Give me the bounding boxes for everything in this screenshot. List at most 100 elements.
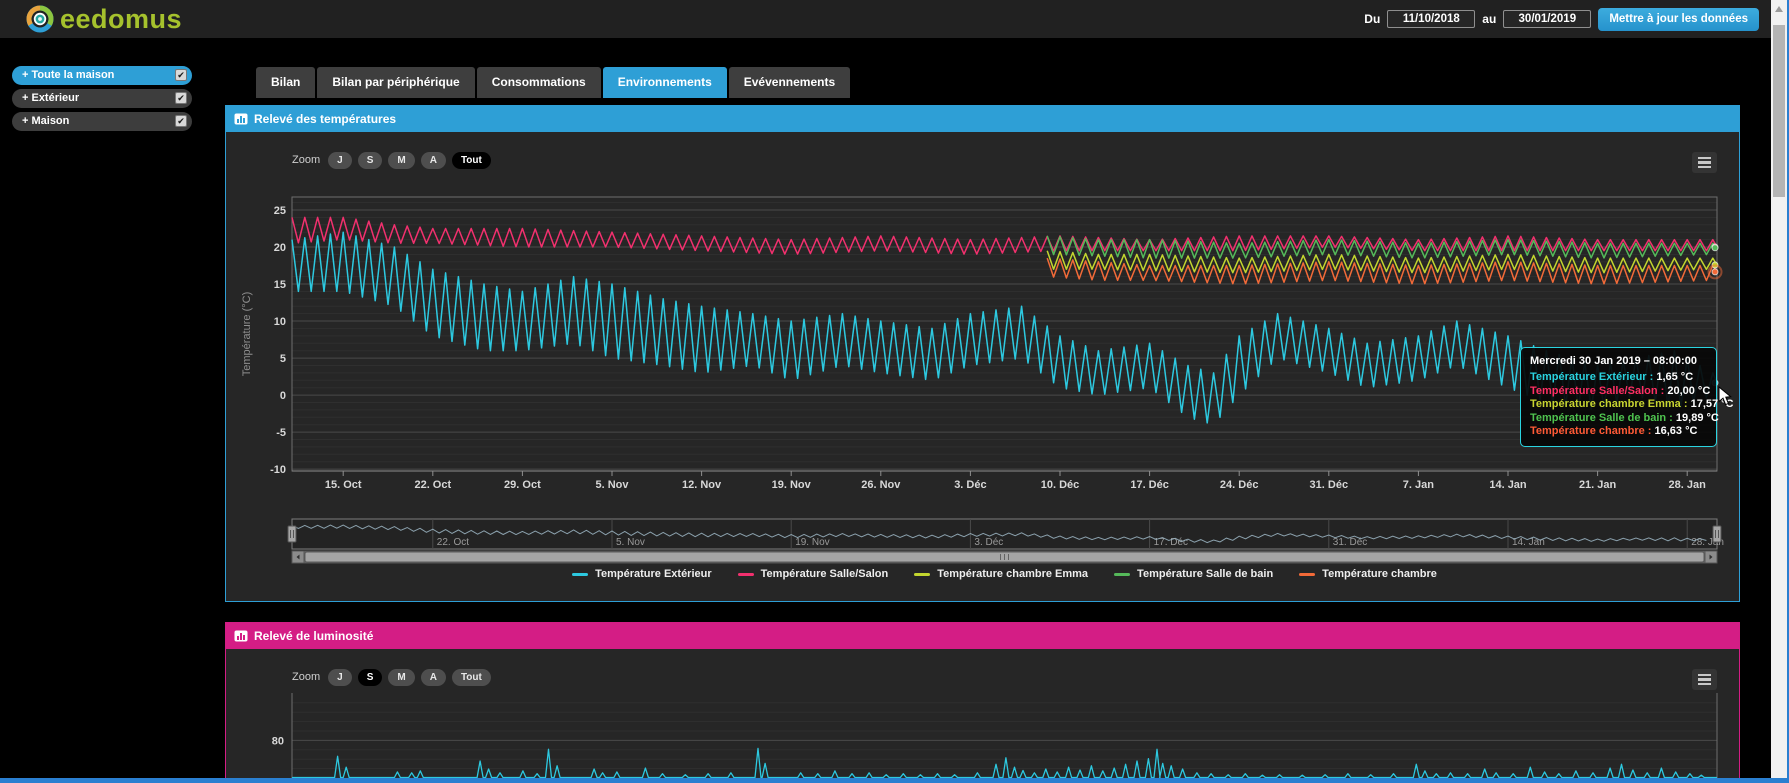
legend-label: Température chambre Emma	[937, 568, 1088, 580]
legend-item-temperature-salle-salon[interactable]: Température Salle/Salon	[738, 568, 889, 580]
scrollbar-thumb[interactable]	[1773, 25, 1785, 197]
tooltip-row: Température chambre : 16,63 °C	[1530, 425, 1707, 439]
window-border-bottom	[0, 778, 1789, 783]
x-tick-label: 3. Déc	[954, 479, 986, 491]
tab-ev-vennements[interactable]: Evévennements	[729, 67, 850, 98]
legend-dash	[1299, 573, 1315, 576]
legend-item-temperature-chambre[interactable]: Température chambre	[1299, 568, 1437, 580]
topbar: eedomus Du au Mettre à jour les données	[0, 0, 1789, 38]
y-tick-label: 25	[274, 205, 286, 217]
series-temperature-exterieur[interactable]	[292, 232, 1717, 423]
legend-label: Température Salle/Salon	[761, 568, 889, 580]
x-tick-label: 14. Jan	[1489, 479, 1527, 491]
panel-luminosity: Relevé de luminosité ZoomJSMATout 80	[225, 622, 1740, 783]
date-from-label: Du	[1364, 12, 1380, 26]
legend-label: Température Salle de bain	[1137, 568, 1273, 580]
navigator-tick-label: 22. Oct	[437, 537, 469, 548]
date-from-input[interactable]	[1387, 10, 1475, 28]
screen: eedomus Du au Mettre à jour les données …	[0, 0, 1789, 783]
navigator-handle-left[interactable]	[288, 526, 296, 542]
legend-item-temperature-chambre-emma[interactable]: Température chambre Emma	[914, 568, 1088, 580]
temperature-chart-area: ZoomJSMATout 2520151050-5-10Température …	[226, 132, 1739, 601]
navigator-tick-label: 5. Nov	[616, 537, 645, 548]
y-tick-label: 15	[274, 279, 286, 291]
tab-bilan[interactable]: Bilan	[256, 67, 315, 98]
tooltip-row: Température Salle/Salon : 20,00 °C	[1530, 385, 1707, 399]
chart-tooltip: Mercredi 30 Jan 2019 – 08:00:00 Températ…	[1520, 347, 1717, 447]
legend-dash	[1114, 573, 1130, 576]
legend-dash	[572, 573, 588, 576]
sidebar-item-label: + Extérieur	[12, 92, 79, 104]
series-luminosite[interactable]	[292, 748, 1717, 777]
tooltip-row: Température Extérieur : 1,65 °C	[1530, 371, 1707, 385]
x-tick-label: 21. Jan	[1579, 479, 1617, 491]
navigator-handle-right[interactable]	[1713, 526, 1721, 542]
legend-item-temperature-salle-de-bain[interactable]: Température Salle de bain	[1114, 568, 1273, 580]
sidebar-item-label: + Maison	[12, 115, 69, 127]
tab-environnements[interactable]: Environnements	[603, 67, 727, 98]
x-tick-label: 26. Nov	[861, 479, 901, 491]
y-tick-label: 80	[272, 735, 284, 747]
navigator-tick-label: 3. Déc	[974, 537, 1003, 548]
logo[interactable]: eedomus	[26, 4, 182, 34]
panel-temperature: Relevé des températures ZoomJSMATout 252…	[225, 105, 1740, 602]
scrollbar-up-arrow-icon[interactable]	[1775, 6, 1783, 12]
x-tick-label: 28. Jan	[1669, 479, 1707, 491]
y-tick-label: 0	[280, 390, 286, 402]
tab-consommations[interactable]: Consommations	[477, 67, 601, 98]
y-axis-title: Température (°C)	[241, 292, 253, 376]
tab-bilan-par-p-riph-rique[interactable]: Bilan par périphérique	[317, 67, 474, 98]
chart-icon	[234, 113, 248, 125]
y-tick-label: 10	[274, 316, 286, 328]
date-range-controls: Du au Mettre à jour les données	[1364, 0, 1759, 38]
tab-bar: BilanBilan par périphériqueConsommations…	[256, 67, 850, 98]
legend-label: Température Extérieur	[595, 568, 712, 580]
luminosity-chart[interactable]: 80	[226, 649, 1739, 783]
legend-label: Température chambre	[1322, 568, 1437, 580]
vertical-scrollbar[interactable]	[1771, 0, 1787, 783]
x-tick-label: 22. Oct	[414, 479, 451, 491]
temperature-chart[interactable]: 2520151050-5-10Température (°C)15. Oct22…	[226, 132, 1739, 601]
tooltip-row: Température Salle de bain : 19,89 °C	[1530, 412, 1707, 426]
chart-icon	[234, 630, 248, 642]
sidebar-item-checkbox[interactable]: ✔	[175, 69, 187, 81]
tooltip-row: Température chambre Emma : 17,57 °C	[1530, 398, 1707, 412]
x-tick-label: 12. Nov	[682, 479, 722, 491]
sidebar-item-extérieur[interactable]: + Extérieur ✔	[12, 89, 192, 108]
x-tick-label: 15. Oct	[325, 479, 362, 491]
series-temperature-salle-salon[interactable]	[292, 217, 1717, 254]
x-tick-label: 29. Oct	[504, 479, 541, 491]
navigator-tick-label: 19. Nov	[795, 537, 829, 548]
update-data-button[interactable]: Mettre à jour les données	[1598, 8, 1759, 31]
sidebar-item-toutelamaison[interactable]: + Toute la maison ✔	[12, 66, 192, 85]
x-tick-label: 17. Déc	[1130, 479, 1169, 491]
x-tick-label: 24. Déc	[1220, 479, 1259, 491]
panel-temperature-title: Relevé des températures	[254, 112, 396, 126]
chart-legend: Température Extérieur Température Salle/S…	[292, 568, 1717, 580]
legend-dash	[738, 573, 754, 576]
x-tick-label: 19. Nov	[772, 479, 812, 491]
sidebar-item-checkbox[interactable]: ✔	[175, 92, 187, 104]
x-tick-label: 10. Déc	[1041, 479, 1080, 491]
date-to-input[interactable]	[1503, 10, 1591, 28]
eedomus-logo-icon	[26, 5, 54, 33]
legend-dash	[914, 573, 930, 576]
sidebar-item-maison[interactable]: + Maison ✔	[12, 112, 192, 131]
navigator[interactable]	[292, 519, 1717, 549]
mouse-cursor	[1718, 386, 1732, 406]
date-to-label: au	[1482, 12, 1496, 26]
panel-temperature-header: Relevé des températures	[226, 106, 1739, 132]
sidebar-item-label: + Toute la maison	[12, 69, 114, 81]
panel-luminosity-title: Relevé de luminosité	[254, 629, 373, 643]
sidebar-item-checkbox[interactable]: ✔	[175, 115, 187, 127]
y-tick-label: 20	[274, 242, 286, 254]
legend-item-temperature-exterieur[interactable]: Température Extérieur	[572, 568, 712, 580]
x-tick-label: 7. Jan	[1403, 479, 1434, 491]
y-tick-label: 5	[280, 353, 286, 365]
luminosity-chart-area: ZoomJSMATout 80	[226, 649, 1739, 783]
x-tick-label: 31. Déc	[1310, 479, 1349, 491]
tooltip-title: Mercredi 30 Jan 2019 – 08:00:00	[1530, 355, 1707, 367]
hover-marker-temperature-chambre	[1712, 269, 1718, 275]
logo-text: eedomus	[60, 4, 182, 35]
hover-marker-temperature-salle-de-bain	[1712, 245, 1718, 251]
